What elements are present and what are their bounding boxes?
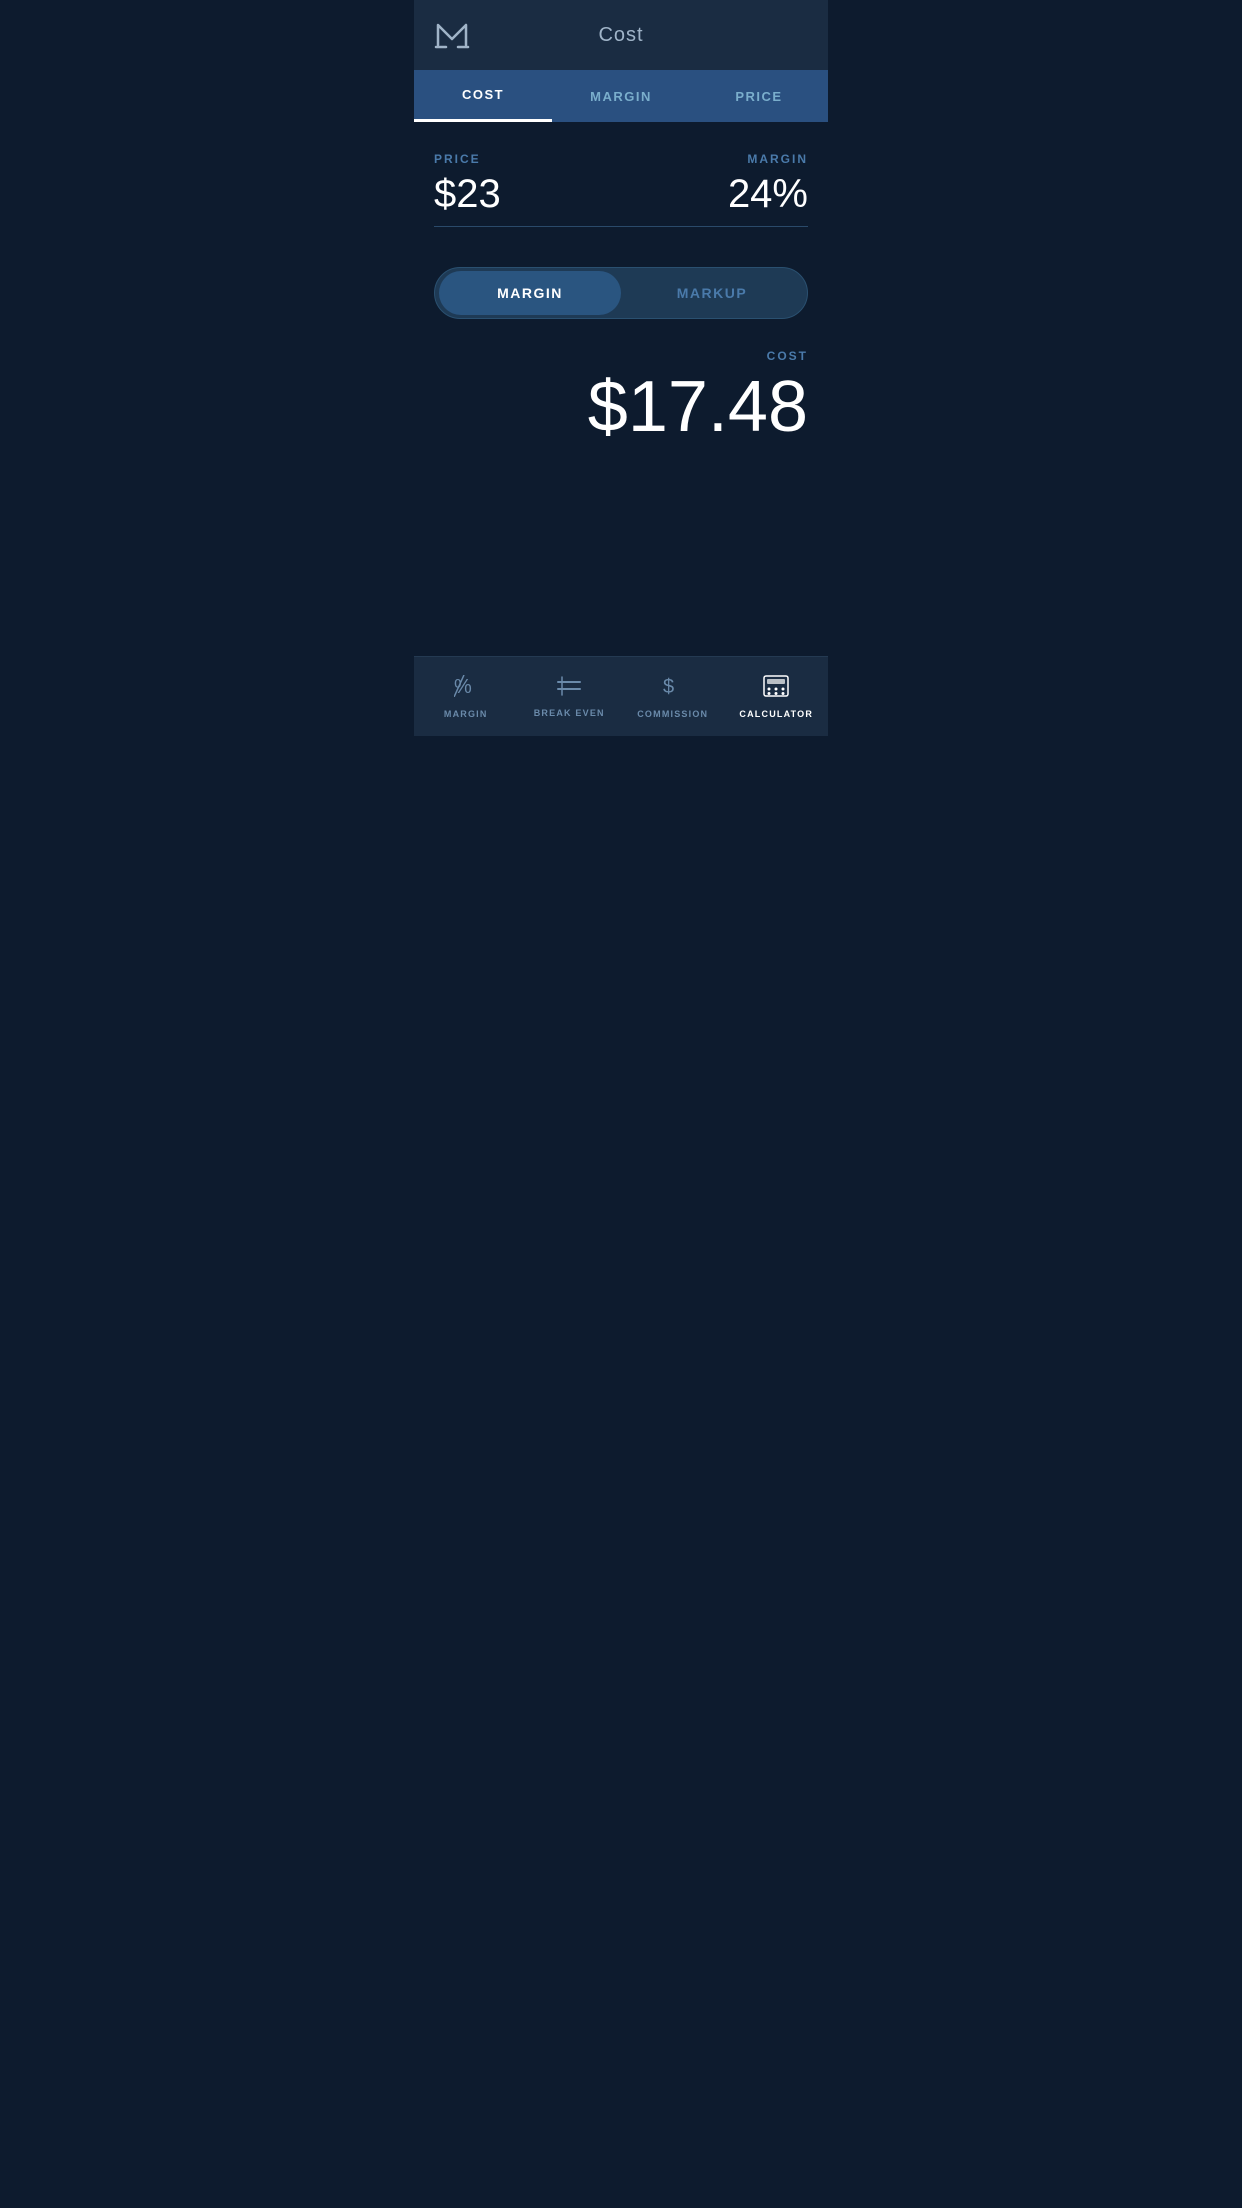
tab-margin[interactable]: MARGIN	[552, 70, 690, 122]
svg-text:$: $	[663, 676, 674, 697]
nav-margin-label: MARGIN	[444, 709, 488, 719]
app-header: Cost	[414, 0, 828, 70]
section-tabs: COST MARGIN PRICE	[414, 70, 828, 122]
nav-break-even[interactable]: BREAK EVEN	[518, 657, 622, 736]
nav-commission[interactable]: $ COMMISSION	[621, 657, 725, 736]
bottom-navigation: % MARGIN BREAK EVEN $ COMMISSION	[414, 656, 828, 736]
price-input-group: PRICE $23	[434, 152, 621, 227]
svg-text:%: %	[454, 676, 472, 697]
margin-input-value[interactable]: 24%	[728, 174, 808, 214]
margin-divider	[621, 226, 808, 227]
margin-nav-icon: %	[454, 675, 478, 703]
result-label: COST	[767, 349, 808, 363]
result-value: $17.48	[588, 371, 808, 443]
commission-nav-icon: $	[661, 675, 685, 703]
price-divider	[434, 226, 621, 227]
nav-calculator-label: CALCULATOR	[739, 709, 813, 719]
tab-cost[interactable]: COST	[414, 70, 552, 122]
price-label: PRICE	[434, 152, 481, 166]
margin-input-group: MARGIN 24%	[621, 152, 808, 227]
logo	[434, 21, 470, 49]
margin-input-label: MARGIN	[747, 152, 808, 166]
break-even-nav-icon	[556, 676, 582, 702]
calculator-nav-icon	[763, 675, 789, 703]
nav-calculator[interactable]: CALCULATOR	[725, 657, 829, 736]
nav-margin[interactable]: % MARGIN	[414, 657, 518, 736]
price-value[interactable]: $23	[434, 174, 501, 214]
input-section: PRICE $23 MARGIN 24%	[434, 152, 808, 227]
toggle-margin[interactable]: MARGIN	[439, 271, 621, 315]
result-section: COST $17.48	[434, 349, 808, 443]
margin-markup-toggle[interactable]: MARGIN MARKUP	[434, 267, 808, 319]
tab-price[interactable]: PRICE	[690, 70, 828, 122]
nav-break-even-label: BREAK EVEN	[534, 708, 605, 718]
nav-commission-label: COMMISSION	[637, 709, 708, 719]
page-title: Cost	[598, 24, 643, 47]
toggle-markup[interactable]: MARKUP	[621, 271, 803, 315]
main-content: PRICE $23 MARGIN 24% MARGIN MARKUP COST …	[414, 122, 828, 656]
